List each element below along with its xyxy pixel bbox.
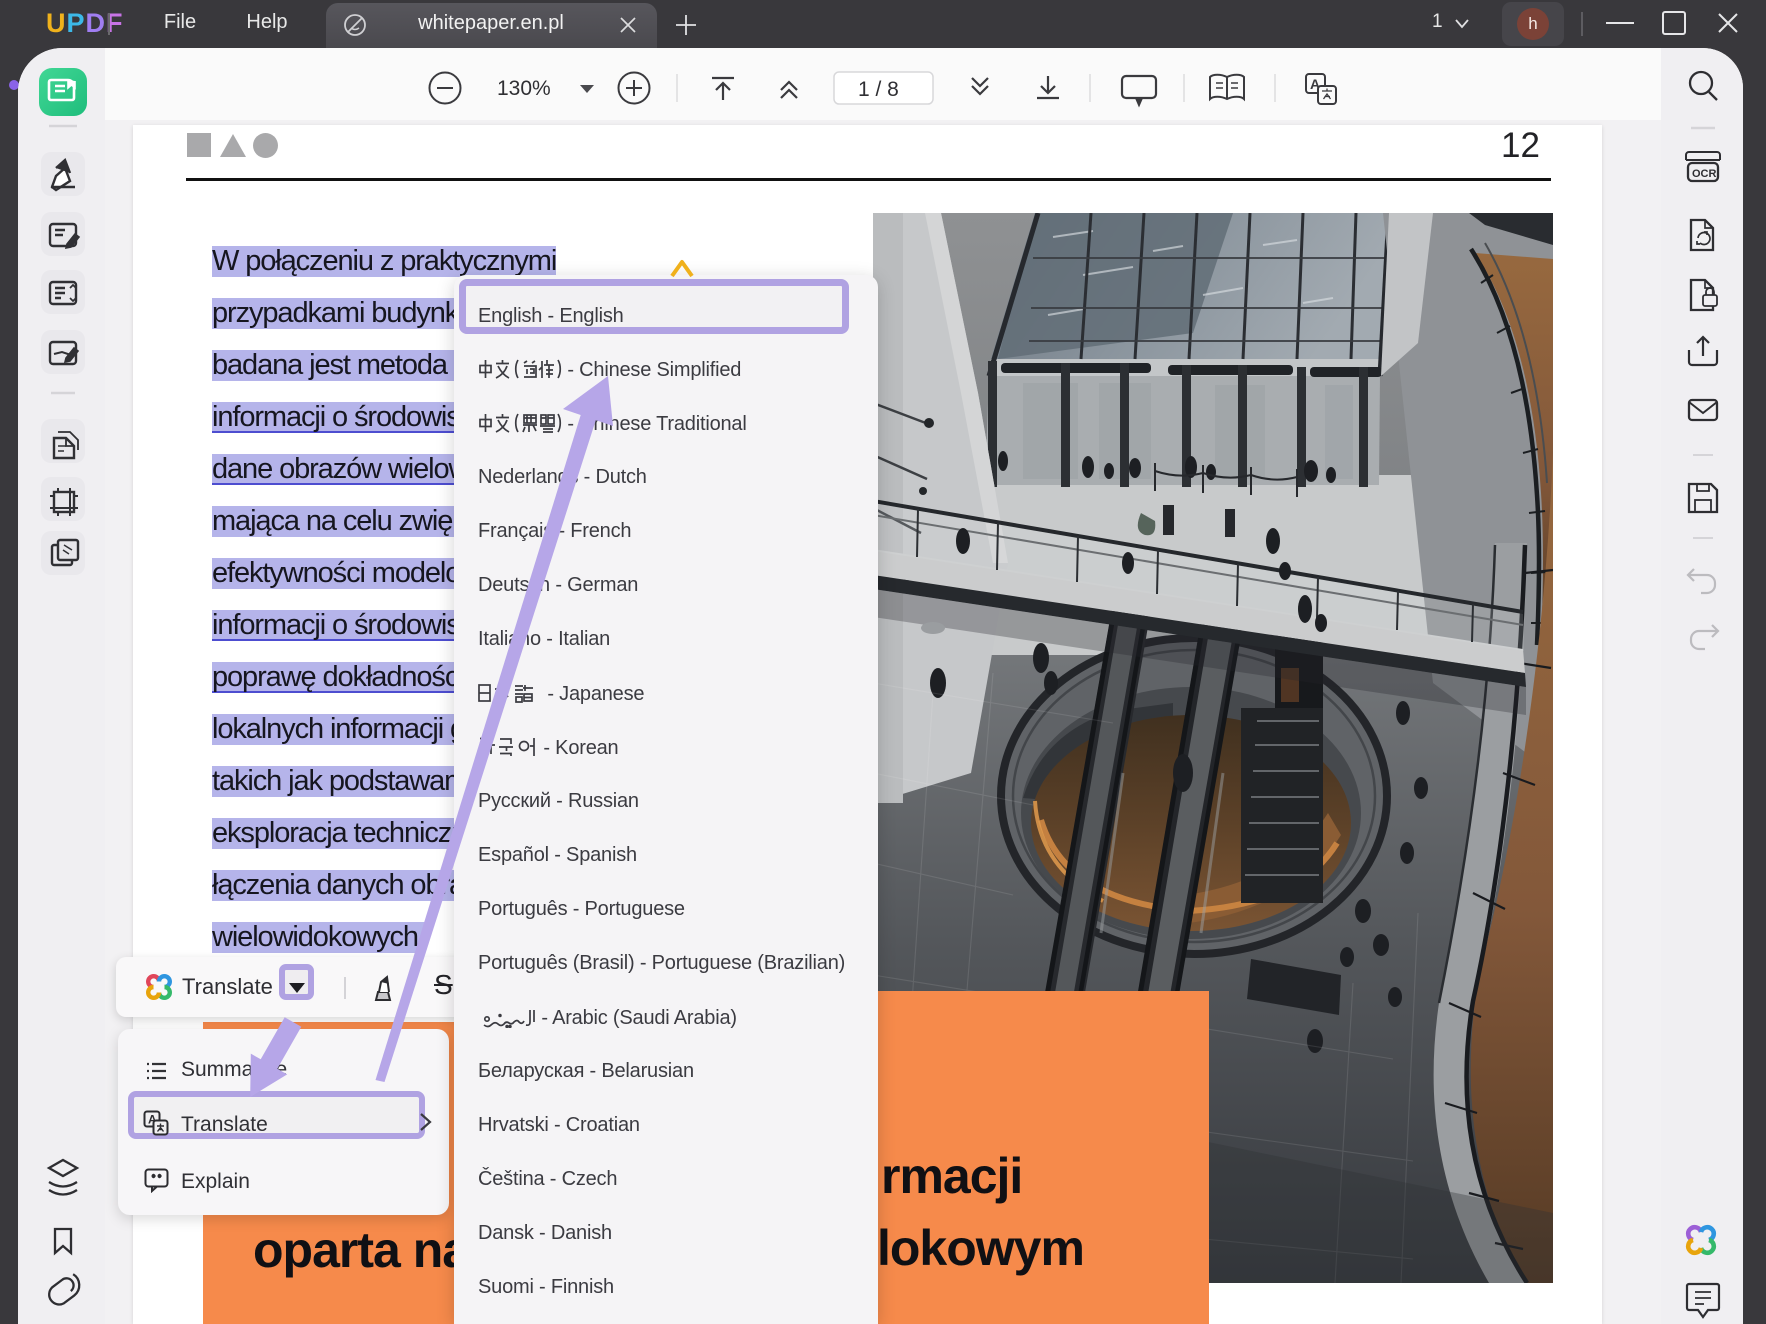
svg-text:1 / 8: 1 / 8 (858, 78, 899, 101)
svg-text:OCR: OCR (1692, 168, 1717, 180)
svg-text:130%: 130% (497, 77, 551, 100)
